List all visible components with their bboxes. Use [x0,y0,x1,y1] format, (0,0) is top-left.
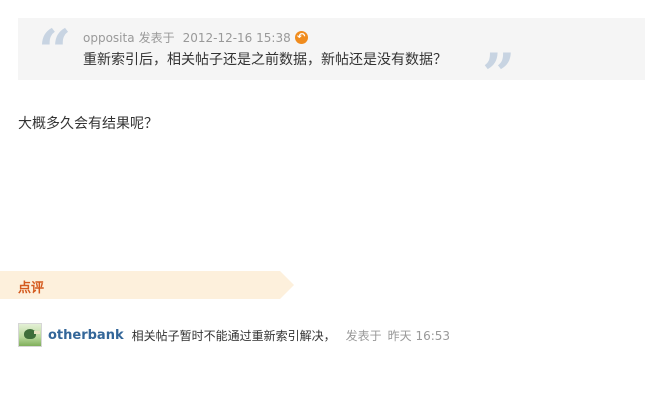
comment-item: otherbank 相关帖子暂时不能通过重新索引解决， 发表于 昨天 16:53 [18,321,450,349]
close-quote-icon: ” [482,41,516,109]
user-avatar[interactable] [18,323,42,347]
avatar-bird-icon [24,329,40,339]
quote-time: 2012-12-16 15:38 [182,30,291,45]
quote-meta: opposita 发表于 2012-12-16 15:38 ↶ [83,29,308,46]
comment-header-background [0,271,294,299]
quote-author[interactable]: opposita [83,31,135,45]
quote-posted-label: 发表于 [138,31,175,45]
forum-post-page: “ ” opposita 发表于 2012-12-16 15:38 ↶ 重新索引… [0,0,650,416]
open-quote-icon: “ [38,17,72,85]
comment-section-header: 点评 [0,271,294,299]
comment-text: 相关帖子暂时不能通过重新索引解决， [131,328,336,343]
comment-posted-label: 发表于 [345,328,382,343]
comment-section-title: 点评 [18,281,45,296]
comment-username[interactable]: otherbank [48,328,124,343]
quote-text: 重新索引后，相关帖子还是之前数据，新帖还是没有数据？ [83,52,447,68]
quote-block: “ ” opposita 发表于 2012-12-16 15:38 ↶ 重新索引… [18,17,645,104]
comment-time: 昨天 16:53 [387,328,451,343]
post-body: 大概多久会有结果呢？ [18,116,158,132]
reply-arrow-icon[interactable]: ↶ [294,31,308,44]
